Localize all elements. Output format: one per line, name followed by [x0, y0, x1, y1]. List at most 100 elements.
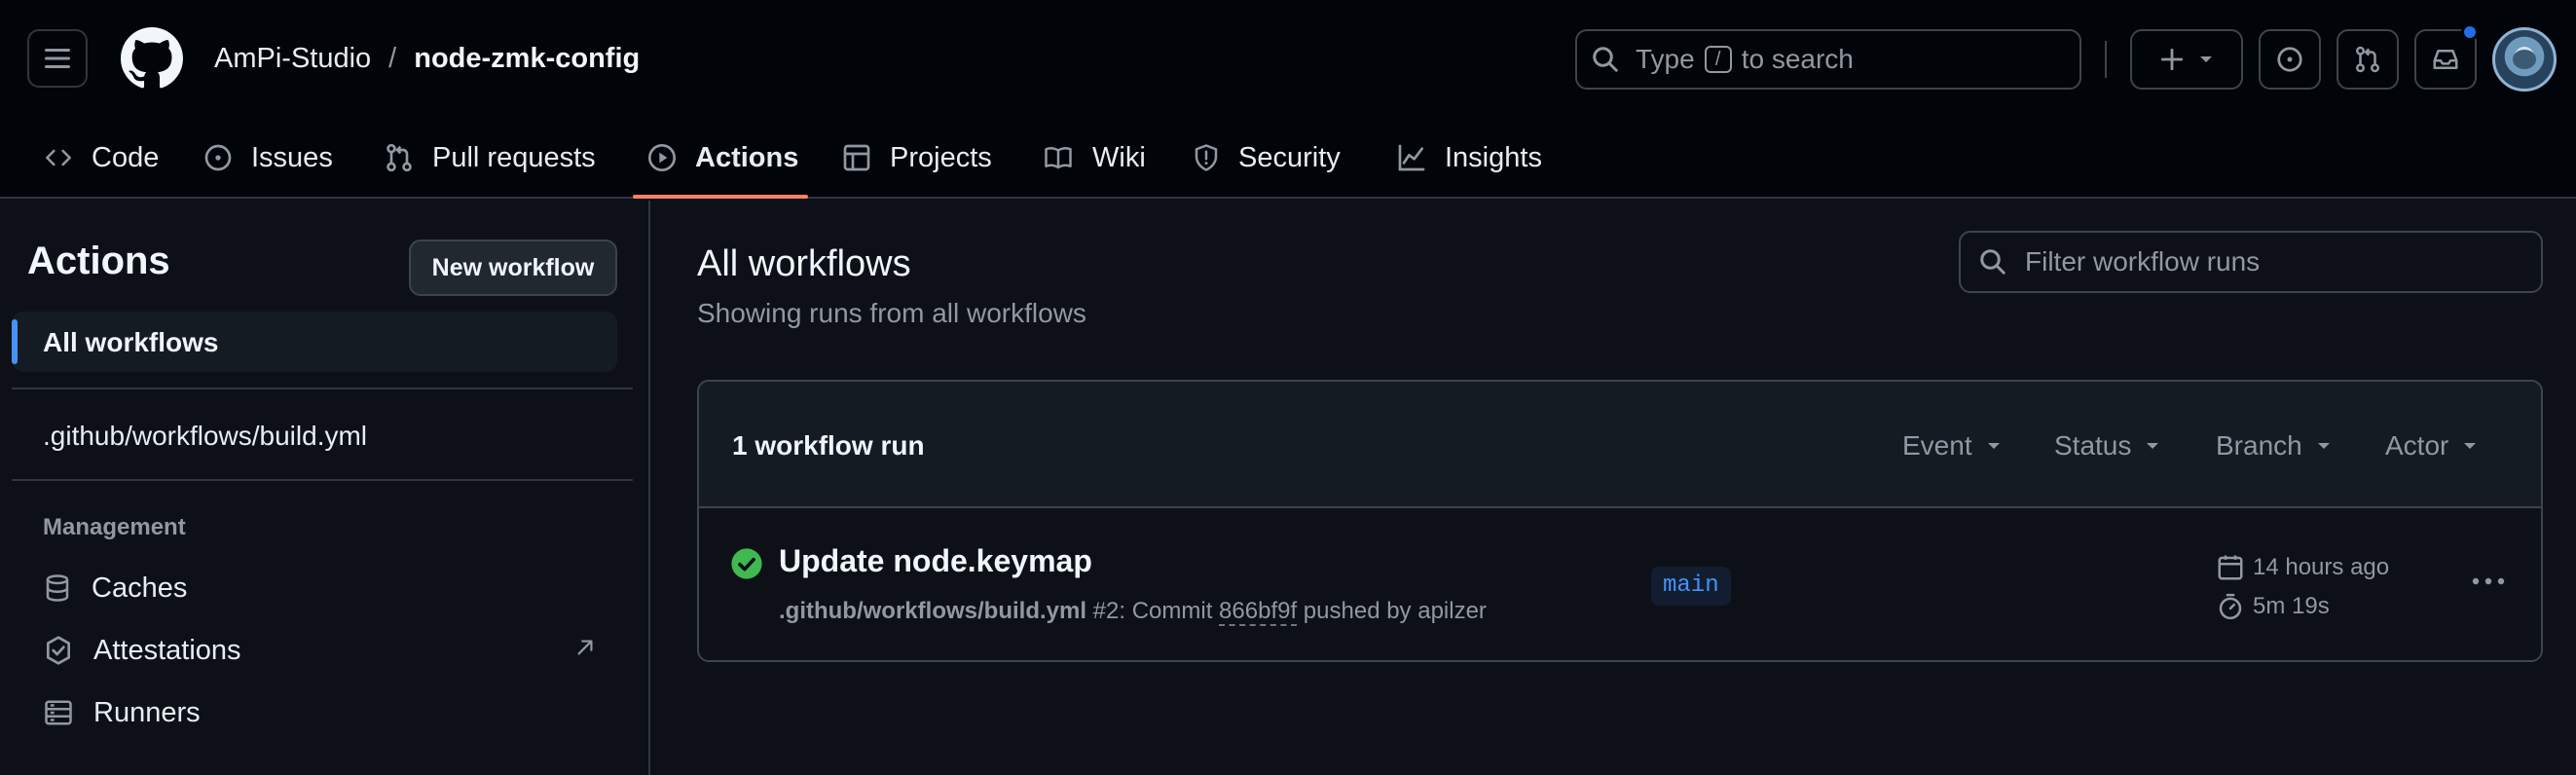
- search-icon: [1593, 47, 1618, 72]
- graph-icon: [1398, 144, 1425, 171]
- branch-badge[interactable]: main: [1651, 567, 1731, 606]
- repo-nav-tabs: Code Issues Pull requests Actions Projec…: [0, 117, 2576, 199]
- tab-projects-label: Projects: [890, 141, 992, 173]
- hamburger-icon: [45, 49, 70, 68]
- caret-down-icon: [2317, 443, 2330, 449]
- sidebar-item-runners[interactable]: Runners: [43, 693, 201, 732]
- tab-insights-label: Insights: [1445, 141, 1542, 173]
- sidebar-title: Actions: [27, 240, 170, 282]
- issues-button[interactable]: [2259, 29, 2321, 90]
- pull-request-icon: [386, 143, 412, 172]
- search-placeholder-prefix: Type: [1636, 44, 1695, 74]
- server-icon: [45, 700, 72, 725]
- new-workflow-button[interactable]: New workflow: [409, 240, 617, 296]
- search-icon: [1980, 249, 2006, 275]
- tab-issues[interactable]: Issues: [202, 117, 333, 199]
- external-link-arrow-icon: [577, 640, 593, 655]
- tab-wiki-label: Wiki: [1092, 141, 1146, 173]
- tab-code-label: Code: [92, 141, 160, 173]
- sidebar-divider: [12, 388, 633, 389]
- actions-sidebar: Actions New workflow All workflows .gith…: [0, 201, 650, 775]
- actor-filter-dropdown[interactable]: Actor: [2385, 430, 2478, 461]
- active-tab-indicator: [633, 195, 808, 199]
- management-heading: Management: [43, 514, 186, 540]
- caret-down-icon: [2200, 56, 2212, 62]
- tab-issues-label: Issues: [251, 141, 333, 173]
- kebab-menu-icon[interactable]: [2471, 576, 2506, 586]
- tab-security-label: Security: [1238, 141, 1341, 173]
- inbox-icon: [2433, 50, 2458, 69]
- commit-sha-link[interactable]: 866bf9f: [1219, 598, 1298, 626]
- tab-security[interactable]: Security: [1192, 117, 1341, 199]
- header-divider: [2105, 41, 2107, 78]
- app-header: AmPi-Studio / node-zmk-config Type / to …: [0, 0, 2576, 199]
- breadcrumb-separator: /: [388, 43, 397, 74]
- success-check-icon: [731, 548, 762, 579]
- database-icon: [46, 574, 69, 602]
- issue-icon: [2277, 47, 2302, 72]
- caret-down-icon: [2464, 443, 2477, 449]
- breadcrumb-owner-link[interactable]: AmPi-Studio: [214, 39, 371, 78]
- workflow-runs-list: 1 workflow run Event Status Branch Actor…: [697, 380, 2543, 662]
- sidebar-item-caches-label: Caches: [92, 572, 188, 604]
- sidebar-item-all-workflows-label[interactable]: All workflows: [43, 327, 218, 358]
- run-count: 1 workflow run: [732, 430, 925, 461]
- global-search-input[interactable]: Type / to search: [1575, 29, 2081, 90]
- sidebar-item-workflow-file[interactable]: .github/workflows/build.yml: [43, 421, 367, 452]
- run-timestamp: 14 hours ago: [2216, 553, 2389, 582]
- search-placeholder-suffix: to search: [1741, 44, 1854, 74]
- shield-icon: [1195, 144, 1218, 171]
- table-icon: [843, 144, 870, 171]
- tab-projects[interactable]: Projects: [841, 117, 992, 199]
- actor-filter-label: Actor: [2385, 430, 2449, 461]
- notification-indicator: [2461, 23, 2479, 41]
- hamburger-menu-button[interactable]: [27, 29, 88, 88]
- caret-down-icon: [2147, 443, 2159, 449]
- branch-filter-dropdown[interactable]: Branch: [2216, 430, 2332, 461]
- plus-icon: [2160, 48, 2184, 71]
- tab-actions[interactable]: Actions: [646, 117, 798, 199]
- caret-down-icon: [1987, 443, 2000, 449]
- run-meta: .github/workflows/build.yml #2: Commit 8…: [779, 598, 1487, 626]
- stopwatch-icon: [2219, 593, 2242, 620]
- filter-workflow-runs-input[interactable]: Filter workflow runs: [1959, 231, 2543, 293]
- github-logo-icon[interactable]: [121, 27, 183, 90]
- sidebar-item-attestations-label: Attestations: [93, 634, 241, 666]
- sidebar-item-caches[interactable]: Caches: [43, 569, 187, 608]
- run-pushed-by: pushed by apilzer: [1303, 598, 1487, 624]
- tab-actions-label: Actions: [695, 141, 799, 173]
- run-title-link[interactable]: Update node.keymap: [779, 543, 1092, 579]
- branch-filter-label: Branch: [2216, 430, 2302, 461]
- sidebar-item-attestations[interactable]: Attestations: [43, 631, 241, 670]
- breadcrumb: AmPi-Studio / node-zmk-config: [214, 39, 640, 78]
- active-item-indicator: [12, 319, 18, 364]
- verified-badge-icon: [47, 636, 70, 665]
- sidebar-divider: [12, 479, 633, 481]
- status-filter-label: Status: [2054, 430, 2132, 461]
- play-icon: [648, 144, 676, 171]
- run-duration: 5m 19s: [2216, 592, 2330, 621]
- run-duration-label: 5m 19s: [2253, 593, 2330, 619]
- runs-list-header: 1 workflow run Event Status Branch Actor: [699, 382, 2541, 508]
- tab-insights[interactable]: Insights: [1396, 117, 1542, 199]
- tab-wiki[interactable]: Wiki: [1042, 117, 1146, 199]
- run-time-ago: 14 hours ago: [2253, 554, 2390, 580]
- tab-code[interactable]: Code: [43, 117, 159, 199]
- breadcrumb-repo-link[interactable]: node-zmk-config: [414, 39, 640, 78]
- code-icon: [46, 149, 71, 166]
- user-avatar[interactable]: [2492, 27, 2557, 92]
- create-new-button[interactable]: [2130, 29, 2243, 90]
- issue-icon: [204, 144, 232, 171]
- book-icon: [1045, 147, 1072, 169]
- page-title: All workflows: [697, 243, 911, 284]
- page-subtitle: Showing runs from all workflows: [697, 298, 1086, 328]
- pull-request-icon: [2356, 46, 2379, 73]
- tab-pull-requests[interactable]: Pull requests: [384, 117, 596, 199]
- status-filter-dropdown[interactable]: Status: [2054, 430, 2160, 461]
- search-shortcut-key: /: [1704, 46, 1732, 73]
- filter-placeholder: Filter workflow runs: [2025, 246, 2261, 277]
- run-number: #2: Commit: [1092, 598, 1213, 624]
- event-filter-label: Event: [1902, 430, 1972, 461]
- event-filter-dropdown[interactable]: Event: [1902, 430, 2002, 461]
- pull-requests-button[interactable]: [2337, 29, 2399, 90]
